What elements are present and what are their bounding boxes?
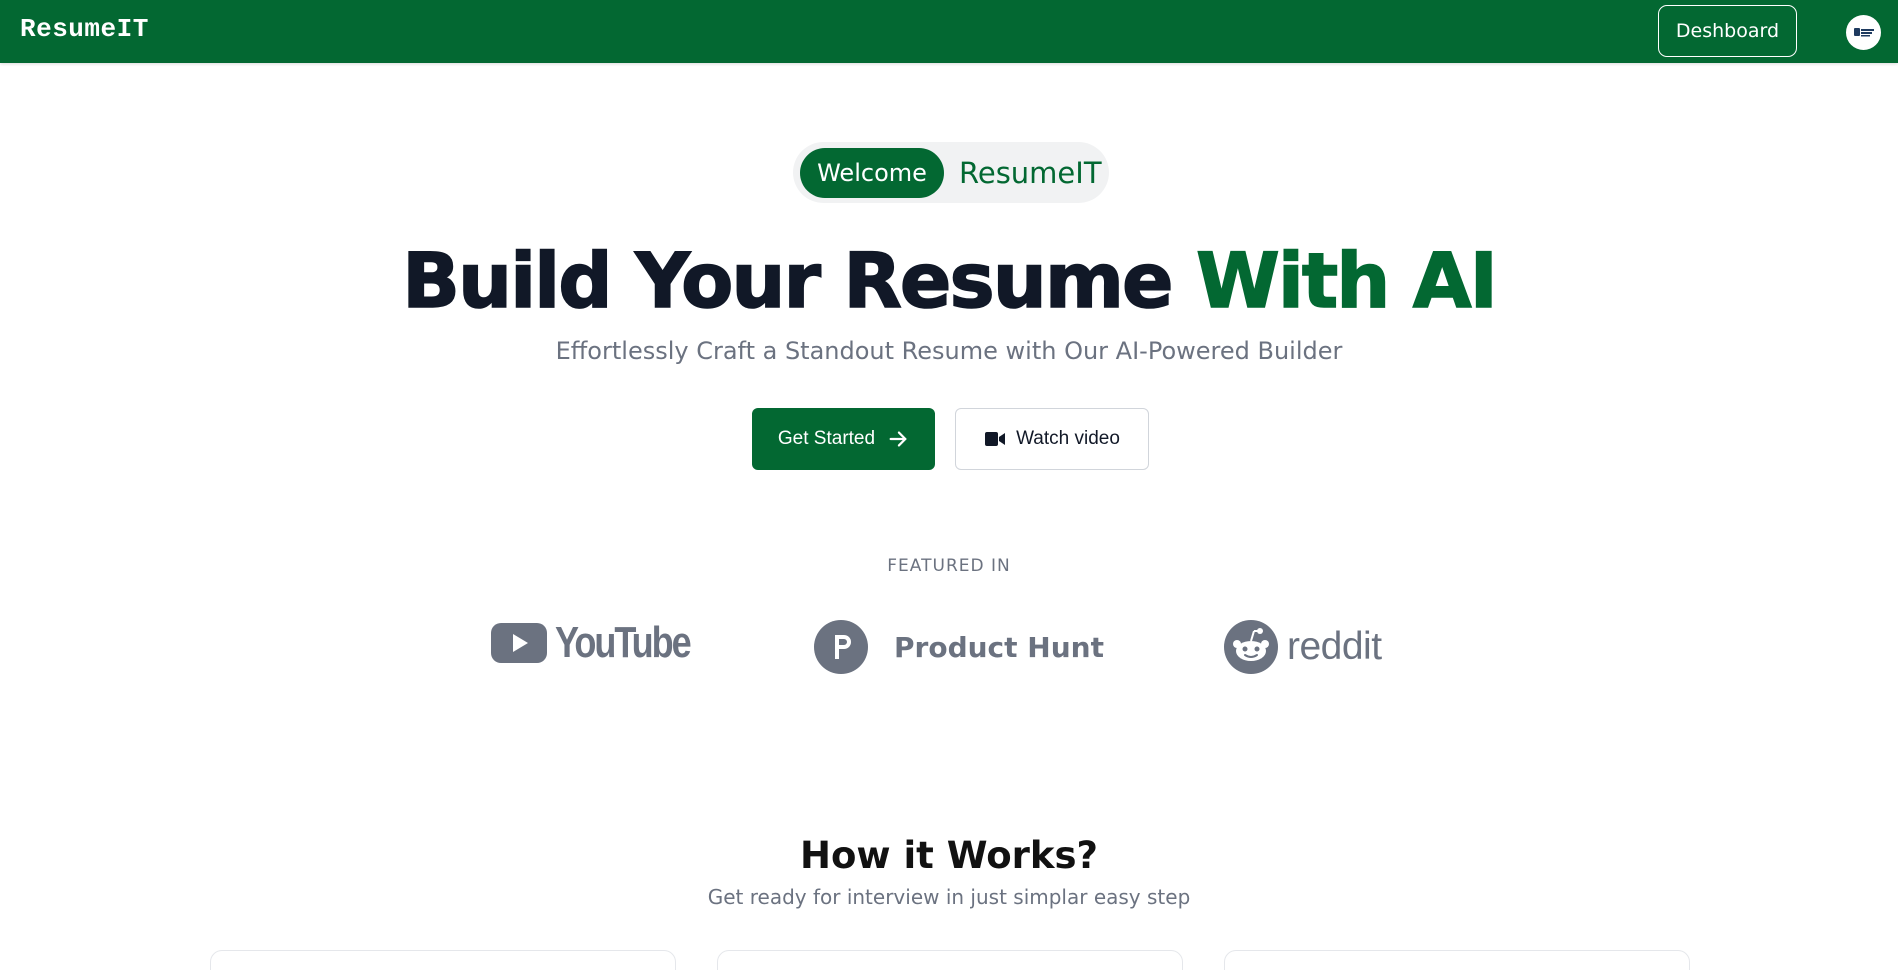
step-card-1 [210, 950, 676, 970]
reddit-text: reddit [1287, 625, 1382, 668]
how-it-works-title: How it Works? [800, 834, 1098, 877]
hero-title-accent: With AI [1195, 235, 1498, 326]
hero-title-main: Build Your Resume [401, 235, 1174, 326]
step-card-2 [717, 950, 1183, 970]
pill-brand-name: ResumeIT [959, 155, 1102, 190]
reddit-logo: reddit [1224, 620, 1382, 674]
welcome-pill: Welcome ResumeIT [793, 142, 1109, 203]
dashboard-button[interactable]: Deshboard [1658, 5, 1797, 57]
featured-label: FEATURED IN [887, 556, 1011, 576]
how-it-works-subtitle: Get ready for interview in just simplar … [707, 885, 1191, 909]
hero-subtitle: Effortlessly Craft a Standout Resume wit… [555, 337, 1343, 365]
hero-title: Build Your Resume With AI [0, 235, 1898, 326]
arrow-right-icon [889, 431, 907, 447]
reddit-icon [1224, 620, 1278, 674]
youtube-text: YouTube [555, 618, 692, 667]
product-hunt-logo: Product Hunt [814, 620, 1104, 674]
product-hunt-text: Product Hunt [894, 630, 1104, 664]
get-started-button[interactable]: Get Started [752, 408, 935, 470]
youtube-icon [491, 623, 547, 663]
user-avatar-icon [1853, 27, 1874, 36]
step-card-3 [1224, 950, 1690, 970]
welcome-badge: Welcome [800, 147, 944, 198]
brand-logo[interactable]: ResumeIT [20, 14, 149, 44]
watch-video-button[interactable]: Watch video [955, 408, 1149, 470]
video-camera-icon [985, 432, 1006, 446]
top-navbar: ResumeIT Deshboard [0, 0, 1898, 63]
youtube-logo: YouTube [491, 618, 719, 668]
product-hunt-icon [814, 620, 868, 674]
get-started-label: Get Started [777, 428, 876, 449]
watch-video-label: Watch video [1016, 428, 1120, 449]
user-avatar[interactable] [1846, 15, 1881, 50]
